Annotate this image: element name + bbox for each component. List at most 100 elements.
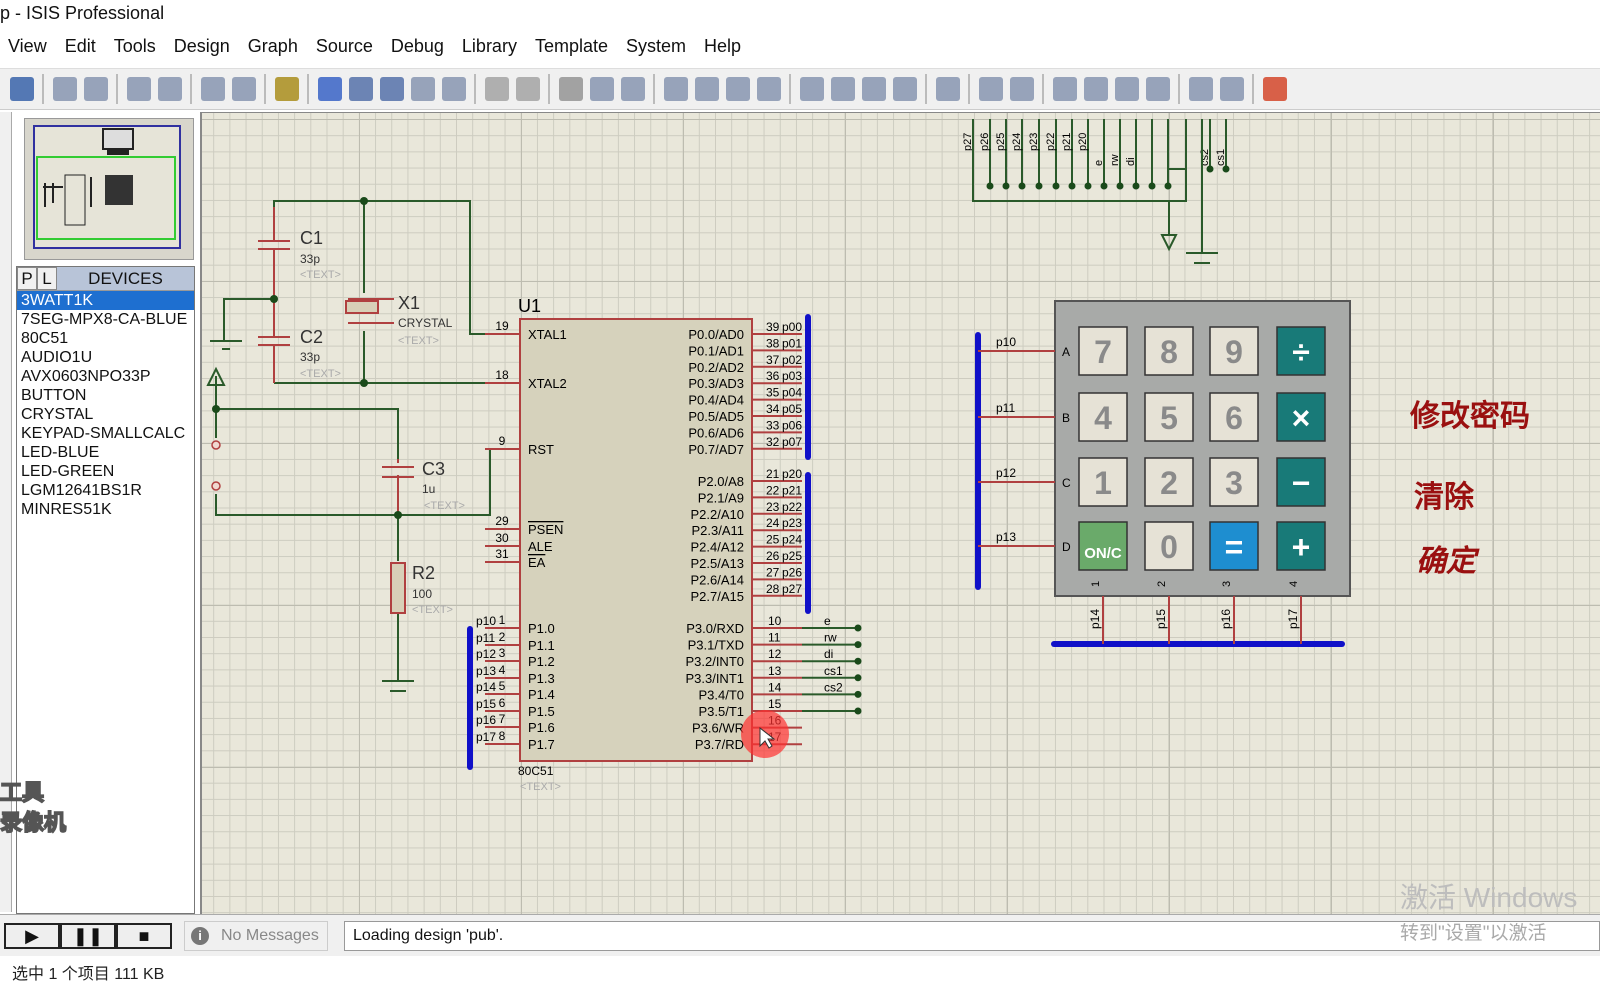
net-label: e xyxy=(1093,160,1105,166)
pin-number: 32 xyxy=(766,435,780,449)
u1-ref: U1 xyxy=(518,296,541,316)
net-label: p22 xyxy=(1045,133,1057,151)
pin-number: 26 xyxy=(766,549,780,563)
x1-ref: X1 xyxy=(398,293,420,313)
pin-number: 39 xyxy=(766,320,780,334)
activation-watermark-sub: 转到"设置"以激活 xyxy=(1400,923,1547,944)
stop-button[interactable]: ■ xyxy=(116,923,172,949)
keypad-key[interactable]: 4 xyxy=(1078,392,1128,442)
key-label: 6 xyxy=(1225,400,1243,436)
pin-number: 36 xyxy=(766,369,780,383)
net-label: p17 xyxy=(1286,609,1300,629)
net-label: cs1 xyxy=(1215,149,1227,166)
key-label: 9 xyxy=(1225,334,1243,370)
net-label: p24 xyxy=(1011,133,1023,151)
net-label: p17 xyxy=(476,730,496,744)
power-symbol xyxy=(1160,234,1178,252)
net-label: rw xyxy=(1109,154,1121,166)
keypad-key[interactable]: 3 xyxy=(1209,457,1259,507)
pin-number: 9 xyxy=(499,434,506,448)
activation-watermark: 激活 Windows xyxy=(1400,882,1578,913)
keypad-col-label: 4 xyxy=(1288,581,1300,587)
keypad-col-label: 2 xyxy=(1156,581,1168,587)
pin-number: 34 xyxy=(766,402,780,416)
schematic-canvas[interactable]: C1 33p <TEXT> C2 33p <TEXT> X1 CRYSTAL <… xyxy=(200,112,1600,914)
keypad-key[interactable]: 6 xyxy=(1209,392,1259,442)
key-label: 4 xyxy=(1094,400,1112,436)
pin-name: P2.6/A14 xyxy=(691,572,745,587)
net-label: di xyxy=(1125,157,1137,166)
keypad-row-label: A xyxy=(1062,345,1070,359)
x1-text: <TEXT> xyxy=(398,335,439,347)
pin-name: P1.6 xyxy=(528,720,555,735)
c2-value: 33p xyxy=(300,350,320,364)
junction-dot xyxy=(854,624,862,632)
net-label: p21 xyxy=(782,483,802,497)
keypad-key[interactable]: 2 xyxy=(1144,457,1194,507)
stop-icon: ■ xyxy=(138,926,150,946)
keypad-key[interactable]: = xyxy=(1209,521,1259,571)
pin-name: P1.7 xyxy=(528,737,555,752)
pin-number: 24 xyxy=(766,516,780,530)
pin-name: P0.0/AD0 xyxy=(688,327,744,342)
junction-dot xyxy=(854,641,862,649)
pin-name: PSEN xyxy=(528,522,563,537)
pin-name: P1.4 xyxy=(528,687,555,702)
annotation-confirm: 确定 xyxy=(1416,544,1480,579)
keypad-key[interactable]: ON/C xyxy=(1078,521,1128,571)
top-net-p24: p24 xyxy=(1011,119,1026,190)
c3-text: <TEXT> xyxy=(424,500,465,512)
net-label: p27 xyxy=(782,582,802,596)
pin-name: EA xyxy=(528,555,546,570)
pin-number: 21 xyxy=(766,467,780,481)
u1-text: <TEXT> xyxy=(520,781,561,793)
net-label: p00 xyxy=(782,320,802,334)
top-net-e: e xyxy=(1093,119,1108,190)
status-bar: ▶ ❚❚ ■ i No Messages Loading design 'pub'… xyxy=(0,914,1600,956)
messages-text: No Messages xyxy=(221,927,319,944)
keypad-key[interactable]: ÷ xyxy=(1276,326,1326,376)
net-label: p01 xyxy=(782,336,802,350)
net-label: p03 xyxy=(782,369,802,383)
net-label: p12 xyxy=(476,647,496,661)
keypad-key[interactable]: − xyxy=(1276,457,1326,507)
pin-name: P2.0/A8 xyxy=(698,474,744,489)
info-icon: i xyxy=(191,927,209,945)
play-button[interactable]: ▶ xyxy=(4,923,60,949)
keypad-key[interactable]: × xyxy=(1276,392,1326,442)
net-label: p14 xyxy=(476,680,496,694)
net-label: p10 xyxy=(476,614,496,628)
keypad-col-label: 3 xyxy=(1221,581,1233,587)
pin-number: 25 xyxy=(766,533,780,547)
pin-name: P0.2/AD2 xyxy=(688,360,744,375)
pin-name: XTAL2 xyxy=(528,376,567,391)
pin-number: 28 xyxy=(766,582,780,596)
keypad-key[interactable]: + xyxy=(1276,521,1326,571)
net-label: p13 xyxy=(476,664,496,678)
net-label: p16 xyxy=(1219,609,1233,629)
c3-ref: C3 xyxy=(422,459,445,479)
key-label: ÷ xyxy=(1292,334,1310,370)
keypad-key[interactable]: 7 xyxy=(1078,326,1128,376)
u1-part: 80C51 xyxy=(518,764,554,778)
net-label: p25 xyxy=(782,549,802,563)
top-net-p25: p25 xyxy=(995,119,1010,190)
keypad-key[interactable]: 5 xyxy=(1144,392,1194,442)
pin-number: 35 xyxy=(766,386,780,400)
reset-button xyxy=(211,440,221,491)
net-label: cs2 xyxy=(1199,149,1211,166)
keypad-key[interactable]: 8 xyxy=(1144,326,1194,376)
pin-number: 8 xyxy=(499,729,506,743)
messages-indicator[interactable]: i No Messages xyxy=(184,921,328,951)
net-label: p26 xyxy=(979,133,991,151)
pin-name: P3.5/T1 xyxy=(698,704,744,719)
pause-button[interactable]: ❚❚ xyxy=(60,923,116,949)
c2-text: <TEXT> xyxy=(300,368,341,380)
net-label: p23 xyxy=(782,516,802,530)
capacitor-c2 xyxy=(258,336,290,346)
keypad-key[interactable]: 9 xyxy=(1209,326,1259,376)
net-label: p20 xyxy=(1077,133,1089,151)
keypad-key[interactable]: 0 xyxy=(1144,521,1194,571)
keypad-key[interactable]: 1 xyxy=(1078,457,1128,507)
top-net-p21: p21 xyxy=(1061,119,1076,190)
